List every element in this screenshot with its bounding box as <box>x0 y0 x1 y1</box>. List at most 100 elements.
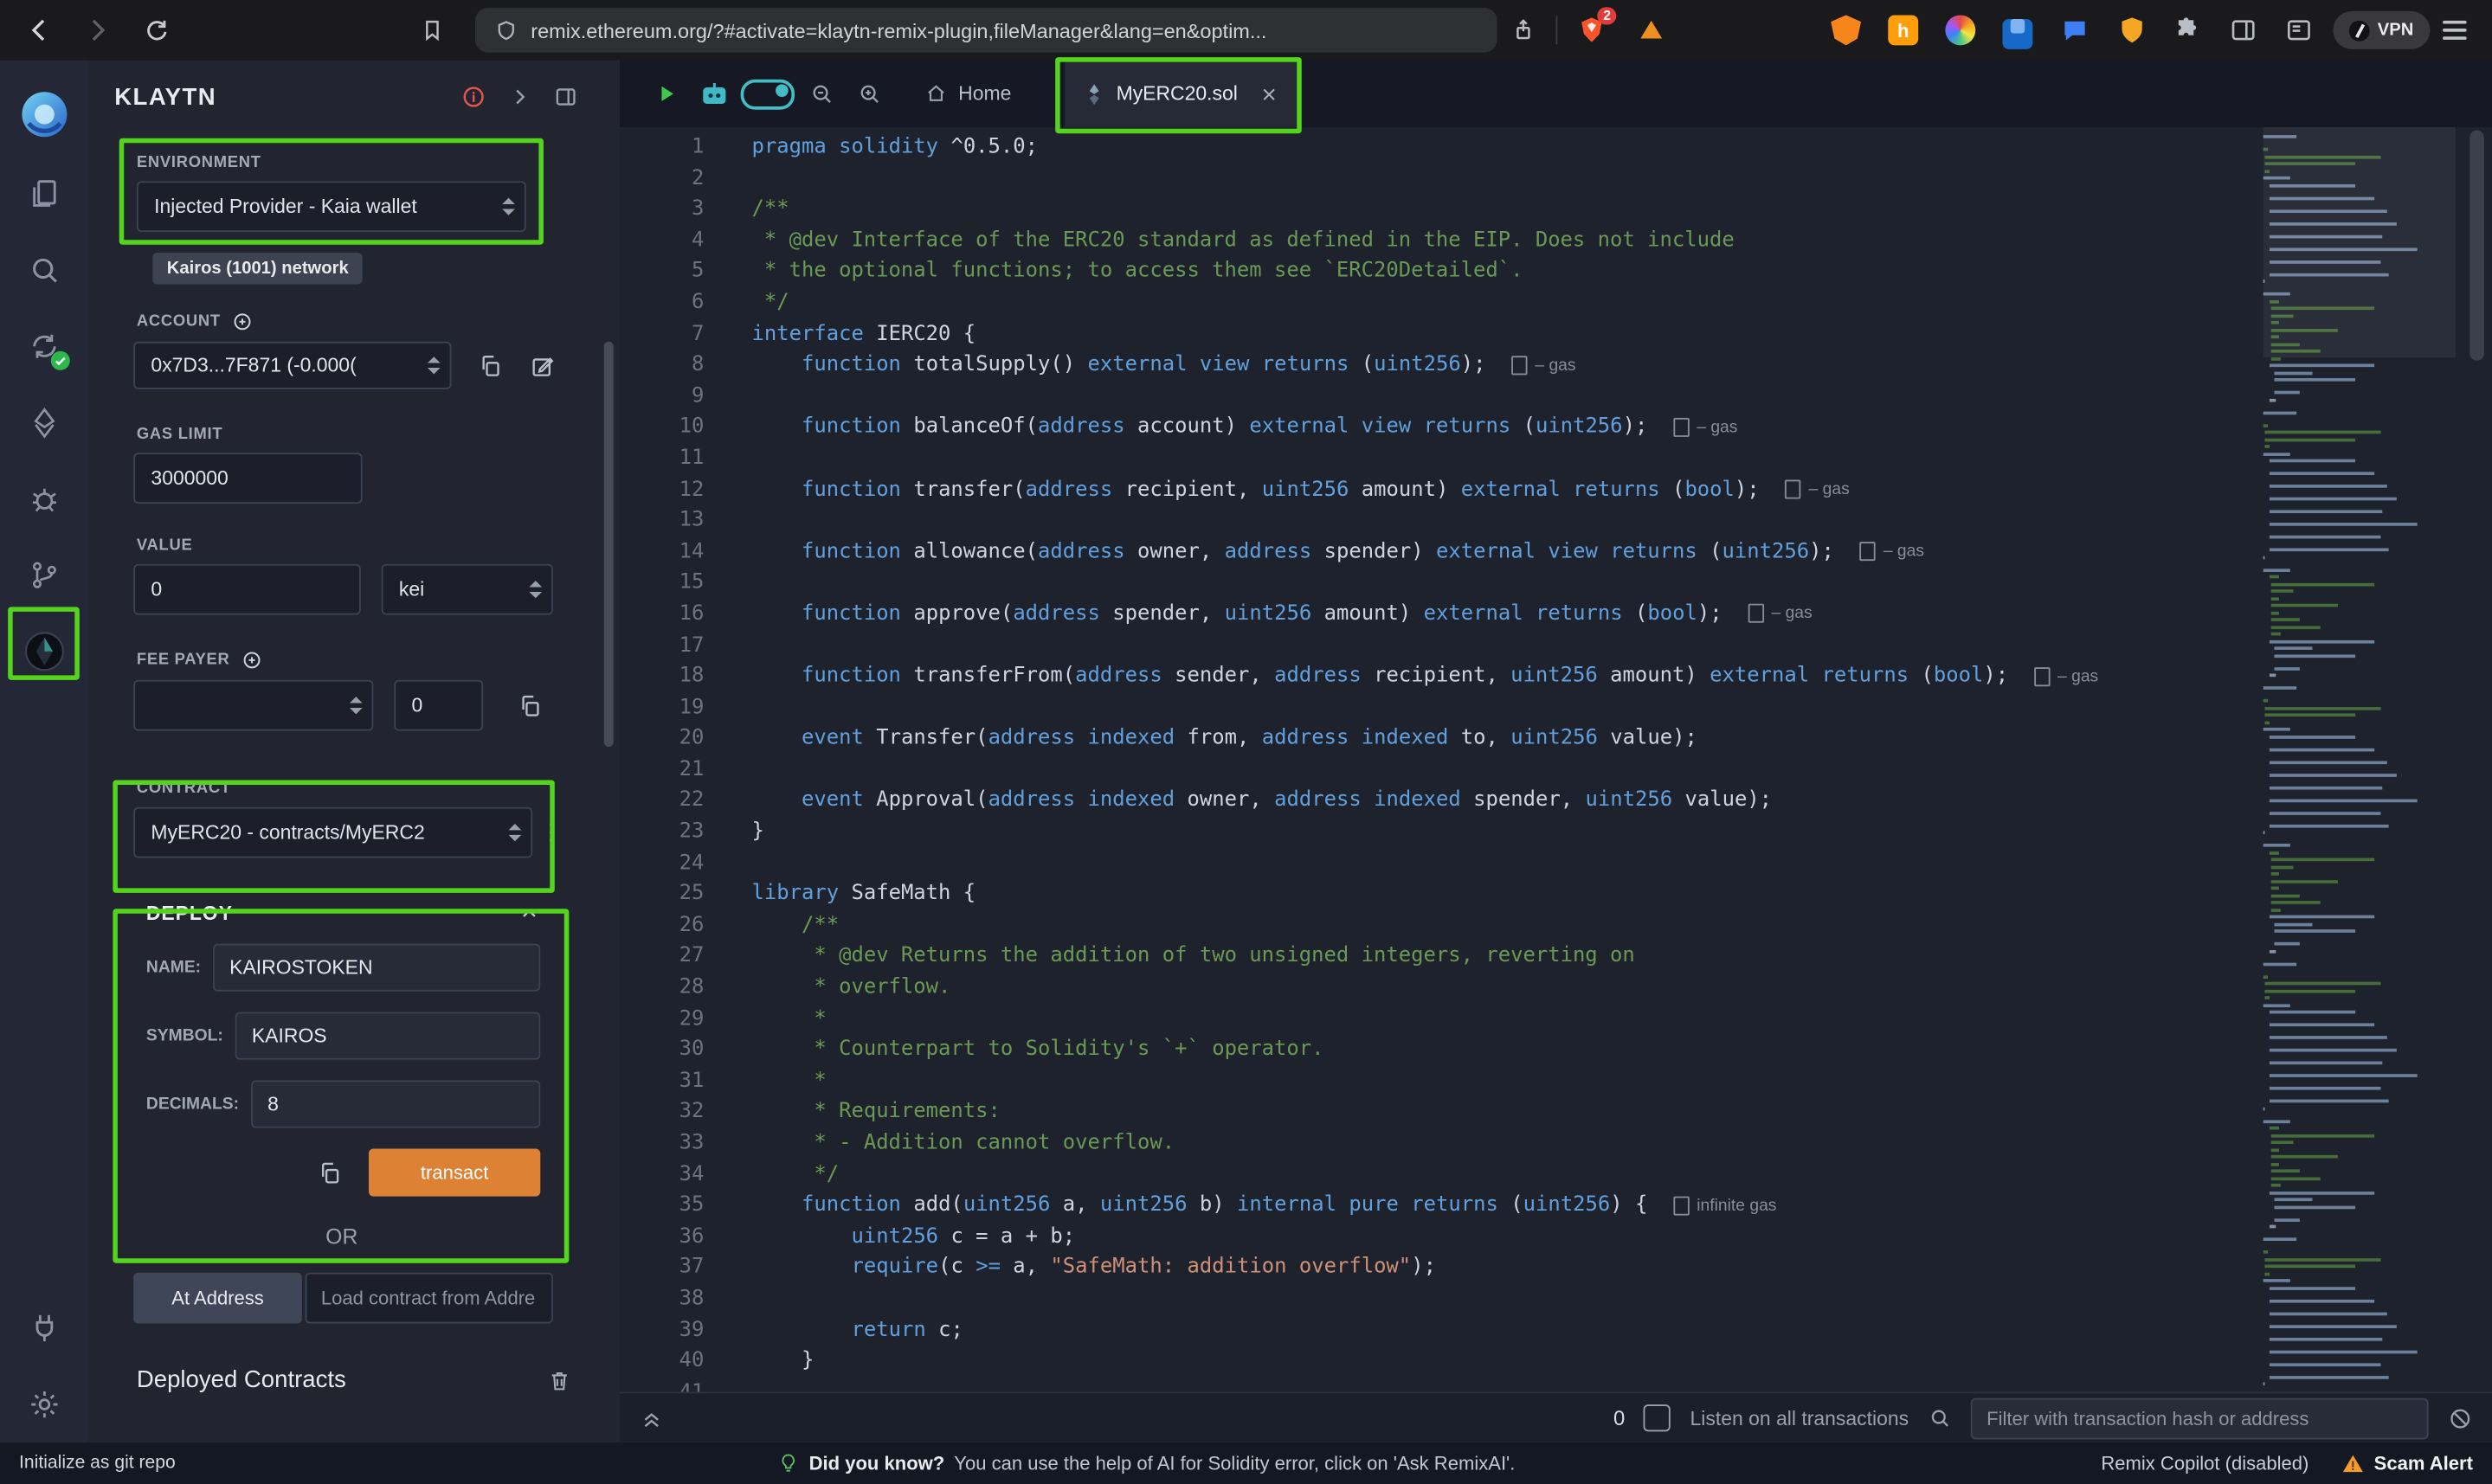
line-number[interactable]: 18 <box>620 661 704 692</box>
shield-extension-icon[interactable] <box>2117 15 2147 45</box>
line-number[interactable]: 29 <box>620 1004 704 1035</box>
code-line[interactable]: * @dev Returns the addition of two unsig… <box>751 941 2492 973</box>
code-line[interactable]: * <box>751 1066 2492 1097</box>
at-address-button[interactable]: At Address <box>133 1273 302 1324</box>
code-line[interactable] <box>751 381 2492 412</box>
panel-layout-icon[interactable] <box>553 84 578 109</box>
back-button[interactable] <box>25 16 54 44</box>
search-icon[interactable] <box>0 232 87 308</box>
fee-payer-select[interactable] <box>133 680 373 731</box>
klaytn-plugin-icon[interactable] <box>0 614 87 690</box>
line-number[interactable]: 7 <box>620 318 704 350</box>
line-number[interactable]: 26 <box>620 910 704 941</box>
line-number[interactable]: 12 <box>620 474 704 505</box>
code-line[interactable]: } <box>751 817 2492 848</box>
line-number[interactable]: 14 <box>620 536 704 568</box>
code-line[interactable]: * the optional functions; to access them… <box>751 256 2492 287</box>
code-line[interactable]: function add(uint256 a, uint256 b) inter… <box>751 1191 2492 1222</box>
account-select[interactable]: 0x7D3...7F871 (-0.000( <box>133 342 451 389</box>
deploy-decimals-input[interactable] <box>252 1081 541 1128</box>
code-line[interactable]: /** <box>751 910 2492 941</box>
line-number[interactable]: 9 <box>620 381 704 412</box>
gas-limit-input[interactable] <box>133 453 362 504</box>
code-line[interactable]: * Requirements: <box>751 1097 2492 1128</box>
line-number[interactable]: 32 <box>620 1097 704 1128</box>
line-number[interactable]: 34 <box>620 1160 704 1191</box>
line-number[interactable]: 11 <box>620 443 704 474</box>
deploy-name-input[interactable] <box>214 944 540 992</box>
line-numbers[interactable]: 1234567891011121314151617181920212223242… <box>620 127 731 1392</box>
url-bar[interactable]: remix.ethereum.org/?#activate=klaytn-rem… <box>475 8 1497 52</box>
line-number[interactable]: 6 <box>620 287 704 318</box>
code-line[interactable]: pragma solidity ^0.5.0; <box>751 132 2492 163</box>
info-icon[interactable] <box>460 84 486 109</box>
close-tab-icon[interactable] <box>1261 85 1278 102</box>
copy-calldata-icon[interactable] <box>316 1159 343 1185</box>
line-number[interactable]: 27 <box>620 941 704 973</box>
code-line[interactable]: event Approval(address indexed owner, ad… <box>751 786 2492 817</box>
plugin-manager-icon[interactable] <box>0 1290 87 1366</box>
code-line[interactable]: } <box>751 1346 2492 1377</box>
code-line[interactable]: function transferFrom(address sender, ad… <box>751 661 2492 692</box>
line-number[interactable]: 17 <box>620 630 704 661</box>
zoom-in-icon[interactable] <box>846 61 893 127</box>
robot-icon[interactable] <box>690 61 737 127</box>
line-number[interactable]: 35 <box>620 1191 704 1222</box>
line-number[interactable]: 21 <box>620 755 704 786</box>
editor-scrollbar[interactable] <box>2469 131 2484 361</box>
trash-icon[interactable] <box>547 1367 572 1392</box>
code-line[interactable]: interface IERC20 { <box>751 318 2492 350</box>
transaction-filter-input[interactable] <box>1971 1397 2429 1439</box>
copilot-status[interactable]: Remix Copilot (disabled) <box>2101 1452 2308 1474</box>
line-number[interactable]: 31 <box>620 1066 704 1097</box>
browser-menu-button[interactable] <box>2443 16 2467 44</box>
line-number[interactable]: 2 <box>620 163 704 194</box>
line-number[interactable]: 36 <box>620 1222 704 1253</box>
solidity-compiler-icon[interactable] <box>0 308 87 384</box>
transact-button[interactable]: transact <box>369 1149 540 1197</box>
code-line[interactable] <box>751 443 2492 474</box>
code-line[interactable] <box>751 163 2492 194</box>
zoom-out-icon[interactable] <box>798 61 846 127</box>
line-number[interactable]: 25 <box>620 879 704 910</box>
deploy-symbol-input[interactable] <box>236 1012 541 1060</box>
code-line[interactable]: */ <box>751 1160 2492 1191</box>
line-number[interactable]: 39 <box>620 1314 704 1346</box>
add-account-icon[interactable] <box>232 312 253 332</box>
code-line[interactable]: require(c >= a, "SafeMath: addition over… <box>751 1253 2492 1284</box>
reading-list-icon[interactable] <box>2283 15 2314 45</box>
settings-gear-icon[interactable] <box>0 1366 87 1442</box>
line-number[interactable]: 22 <box>620 786 704 817</box>
file-explorer-icon[interactable] <box>0 156 87 232</box>
tab-myerc20[interactable]: MyERC20.sol <box>1066 61 1298 127</box>
share-icon[interactable] <box>1510 16 1536 43</box>
line-number[interactable]: 24 <box>620 848 704 879</box>
honey-extension-icon[interactable]: h <box>1888 15 1918 45</box>
bookmark-icon[interactable] <box>420 17 445 42</box>
code-line[interactable]: event Transfer(address indexed from, add… <box>751 723 2492 755</box>
editor-toggle[interactable] <box>737 61 798 127</box>
code-line[interactable] <box>751 1377 2492 1391</box>
listen-checkbox[interactable] <box>1644 1404 1671 1431</box>
code-line[interactable] <box>751 755 2492 786</box>
line-number[interactable]: 4 <box>620 225 704 256</box>
remix-logo[interactable] <box>0 73 87 155</box>
line-number[interactable]: 19 <box>620 692 704 723</box>
code-line[interactable]: /** <box>751 194 2492 225</box>
code-line[interactable]: function balanceOf(address account) exte… <box>751 412 2492 443</box>
at-address-input[interactable] <box>306 1273 553 1324</box>
tab-home[interactable]: Home <box>906 61 1031 127</box>
git-init-button[interactable]: Initialize as git repo <box>19 1454 176 1473</box>
chevron-right-icon[interactable] <box>509 86 531 108</box>
environment-select[interactable]: Injected Provider - Kaia wallet <box>137 181 526 232</box>
code-line[interactable]: * @dev Interface of the ERC20 standard a… <box>751 225 2492 256</box>
brave-shields-icon[interactable]: 2 <box>1576 15 1607 45</box>
line-number[interactable]: 16 <box>620 599 704 630</box>
line-number[interactable]: 33 <box>620 1128 704 1160</box>
copy-account-icon[interactable] <box>477 352 504 379</box>
code-line[interactable]: */ <box>751 287 2492 318</box>
line-number[interactable]: 23 <box>620 817 704 848</box>
vpn-button[interactable]: VPN <box>2333 11 2429 49</box>
line-number[interactable]: 41 <box>620 1377 704 1391</box>
scam-alert[interactable]: Scam Alert <box>2341 1451 2473 1475</box>
